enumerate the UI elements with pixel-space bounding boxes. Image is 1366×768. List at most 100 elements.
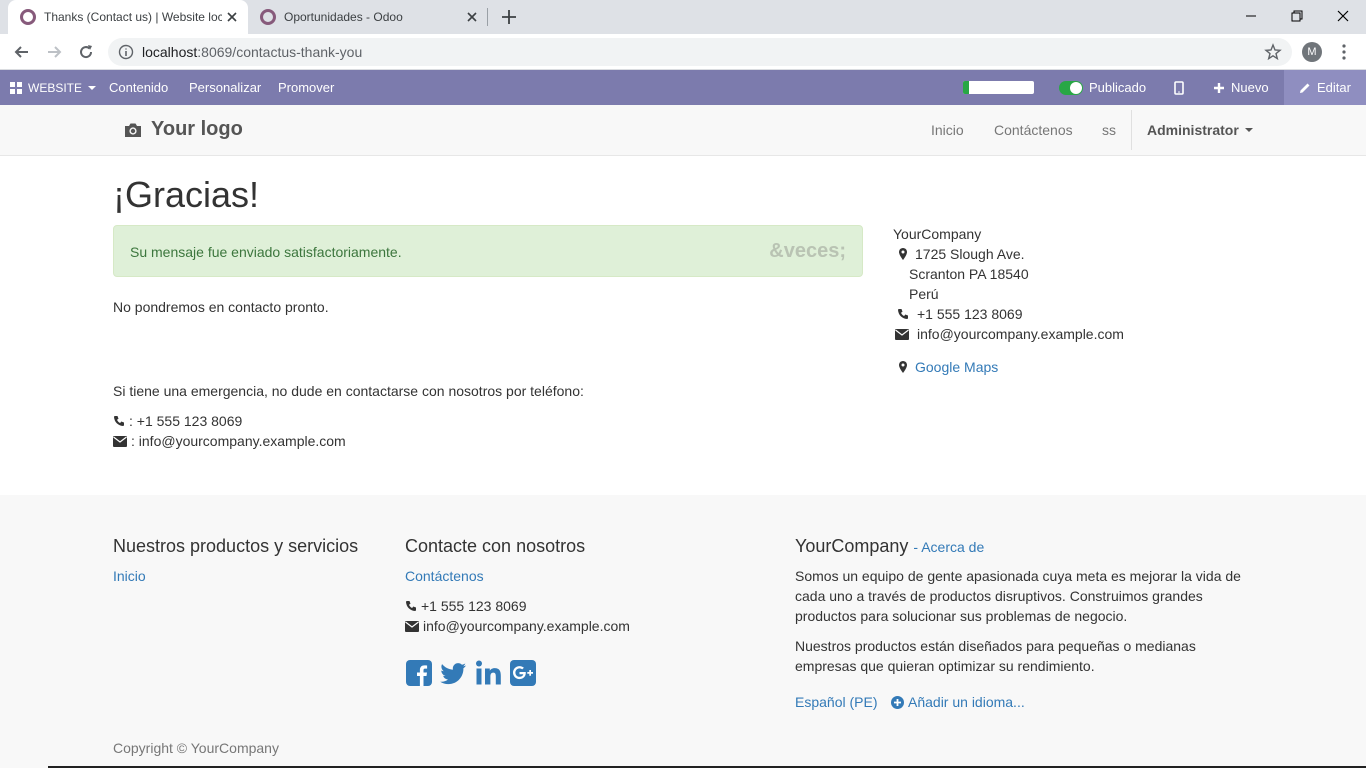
- pencil-icon: [1300, 83, 1310, 93]
- address-bar-row: localhost:8069/contactus-thank-you M: [0, 34, 1366, 70]
- nav-inicio[interactable]: Inicio: [931, 122, 964, 138]
- footer-link-inicio[interactable]: Inicio: [113, 568, 146, 584]
- contact-soon-text: No pondremos en contacto pronto.: [113, 299, 329, 315]
- menu-promover[interactable]: Promover: [278, 70, 334, 105]
- footer-phone: +1 555 123 8069: [405, 598, 527, 614]
- phone-icon: [898, 309, 908, 319]
- emergency-text: Si tiene una emergencia, no dude en cont…: [113, 383, 584, 399]
- company-street-text: 1725 Slough Ave.: [915, 246, 1025, 262]
- phone-icon: [114, 416, 124, 426]
- alert-message: Su mensaje fue enviado satisfactoriament…: [130, 244, 402, 260]
- twitter-icon[interactable]: [439, 659, 467, 687]
- close-window-icon[interactable]: [1333, 6, 1353, 26]
- tab-title: Thanks (Contact us) | Website loc: [44, 10, 222, 24]
- footer-email-text: info@yourcompany.example.com: [423, 618, 630, 634]
- browser-menu-icon[interactable]: [1336, 43, 1352, 61]
- about-link[interactable]: - Acerca de: [913, 539, 984, 555]
- envelope-icon: [895, 328, 909, 340]
- odoo-favicon-icon: [20, 9, 36, 25]
- plus-circle-icon: [891, 695, 904, 709]
- tab-title: Oportunidades - Odoo: [284, 10, 403, 24]
- emergency-email: : info@yourcompany.example.com: [113, 433, 346, 449]
- footer-products-title: Nuestros productos y servicios: [113, 536, 359, 556]
- tab-oportunidades[interactable]: Oportunidades - Odoo: [248, 0, 488, 34]
- phone-icon: [406, 601, 416, 611]
- mobile-icon: [1174, 80, 1184, 95]
- chevron-down-icon: [88, 85, 97, 90]
- site-logo[interactable]: Your logo: [123, 118, 243, 141]
- apps-label: WEBSITE: [28, 80, 83, 95]
- info-icon[interactable]: [118, 44, 134, 60]
- toggle-switch[interactable]: [1059, 80, 1083, 95]
- apps-grid-icon: [10, 81, 22, 94]
- camera-icon: [125, 123, 141, 137]
- google-maps-link[interactable]: Google Maps: [915, 359, 998, 375]
- progress-fill: [963, 81, 969, 94]
- emergency-phone-text: : +1 555 123 8069: [129, 413, 243, 429]
- company-street: 1725 Slough Ave.: [899, 246, 1025, 262]
- alert-close-button[interactable]: &veces;: [769, 240, 846, 263]
- nav-separator: [1131, 110, 1132, 150]
- bookmark-star-icon[interactable]: [1264, 43, 1282, 61]
- footer-phone-text: +1 555 123 8069: [421, 598, 527, 614]
- omnibox[interactable]: localhost:8069/contactus-thank-you: [108, 38, 1292, 66]
- page-title: ¡Gracias!: [113, 174, 260, 215]
- reload-icon[interactable]: [76, 42, 96, 62]
- envelope-icon: [405, 620, 419, 632]
- success-alert: Su mensaje fue enviado satisfactoriament…: [113, 225, 863, 277]
- edit-button-content[interactable]: Editar: [1299, 70, 1351, 105]
- forward-icon[interactable]: [44, 42, 64, 62]
- logo-text: Your logo: [151, 118, 243, 140]
- linkedin-icon[interactable]: [475, 659, 503, 687]
- footer-email: info@yourcompany.example.com: [405, 618, 630, 634]
- user-name: Administrator: [1147, 122, 1239, 138]
- company-name: YourCompany: [893, 226, 982, 242]
- tab-thanks[interactable]: Thanks (Contact us) | Website loc: [8, 0, 248, 34]
- tab-separator: [487, 8, 488, 26]
- profile-avatar[interactable]: M: [1302, 42, 1322, 62]
- browser-tab-strip: Thanks (Contact us) | Website loc Oportu…: [0, 0, 1366, 34]
- company-phone-text: +1 555 123 8069: [917, 306, 1023, 322]
- company-email: info@yourcompany.example.com: [895, 326, 1124, 342]
- company-email-text: info@yourcompany.example.com: [917, 326, 1124, 342]
- menu-personalizar[interactable]: Personalizar: [189, 70, 261, 105]
- footer-contact-title: Contacte con nosotros: [405, 536, 586, 556]
- close-tab-icon[interactable]: [224, 9, 240, 25]
- nav-ss[interactable]: ss: [1102, 122, 1116, 138]
- facebook-icon[interactable]: [405, 659, 433, 687]
- url-host: localhost: [142, 44, 198, 60]
- footer-about-paragraph-1: Somos un equipo de gente apasionada cuya…: [795, 568, 1241, 624]
- footer-company-title: YourCompany - Acerca de: [795, 536, 984, 557]
- back-icon[interactable]: [12, 42, 32, 62]
- odoo-favicon-icon: [260, 9, 276, 25]
- language-link[interactable]: Español (PE): [795, 694, 877, 710]
- copyright: Copyright © YourCompany: [113, 740, 279, 756]
- website-apps-menu[interactable]: WEBSITE: [10, 70, 97, 105]
- edit-label: Editar: [1317, 80, 1351, 95]
- new-tab-icon[interactable]: [500, 8, 518, 26]
- odoo-editor-bar: WEBSITE Contenido Personalizar Promover …: [0, 70, 1366, 105]
- new-button[interactable]: Nuevo: [1213, 70, 1269, 105]
- close-tab-icon[interactable]: [464, 9, 480, 25]
- emergency-email-text: : info@yourcompany.example.com: [131, 433, 346, 449]
- site-navbar: Your logo Inicio Contáctenos ss Administ…: [0, 105, 1366, 156]
- user-menu[interactable]: Administrator: [1147, 122, 1253, 138]
- publish-toggle[interactable]: Publicado: [1059, 70, 1146, 105]
- footer-link-contactenos[interactable]: Contáctenos: [405, 568, 484, 584]
- google-plus-icon[interactable]: [509, 659, 537, 687]
- plus-icon: [1214, 82, 1224, 93]
- restore-icon[interactable]: [1287, 6, 1307, 26]
- google-maps-line: Google Maps: [899, 359, 998, 375]
- add-language-label: Añadir un idioma...: [908, 694, 1025, 710]
- add-language-link[interactable]: Añadir un idioma...: [891, 694, 1025, 710]
- minimize-icon[interactable]: [1241, 6, 1261, 26]
- chevron-down-icon: [1244, 128, 1253, 132]
- nav-contactenos[interactable]: Contáctenos: [994, 122, 1073, 138]
- published-label: Publicado: [1089, 80, 1147, 95]
- footer-about-paragraph-2: Nuestros productos están diseñados para …: [795, 638, 1196, 674]
- url-text: localhost:8069/contactus-thank-you: [142, 44, 362, 60]
- mobile-preview-button[interactable]: [1174, 70, 1190, 105]
- footer-company-name: YourCompany: [795, 536, 909, 556]
- menu-contenido[interactable]: Contenido: [109, 70, 168, 105]
- seo-progress-bar: [963, 81, 1034, 94]
